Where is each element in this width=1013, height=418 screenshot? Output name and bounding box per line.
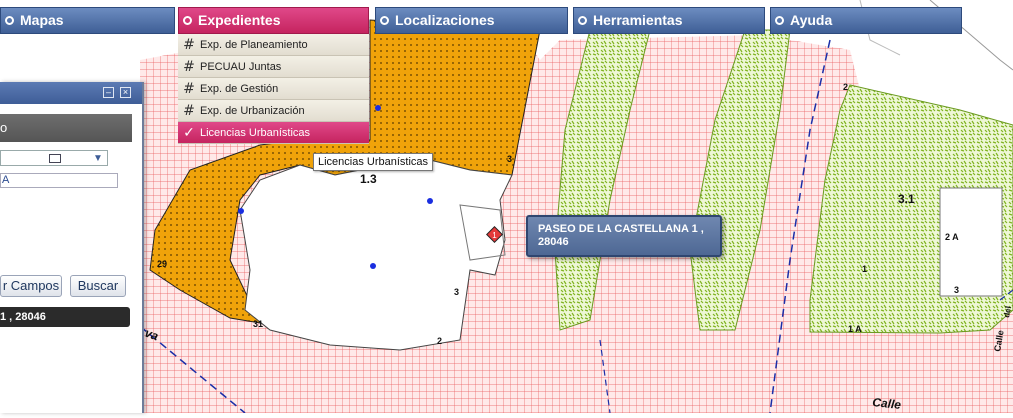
map-label: 3 bbox=[954, 285, 959, 295]
expedientes-dropdown: # Exp. de Planeamiento # PECUAU Juntas #… bbox=[178, 34, 369, 144]
map-label: 1.3 bbox=[360, 172, 377, 186]
menu-mapas[interactable]: Mapas bbox=[0, 7, 175, 34]
menu-label: Ayuda bbox=[790, 12, 833, 28]
map-label: 2 bbox=[437, 336, 442, 346]
grid-icon: # bbox=[183, 102, 195, 119]
close-icon[interactable]: × bbox=[120, 87, 131, 98]
dropdown-item-label: Licencias Urbanísticas bbox=[200, 126, 311, 139]
menu-label: Herramientas bbox=[593, 12, 683, 28]
dropdown-item-label: Exp. de Planeamiento bbox=[200, 38, 308, 51]
radio-circle-icon bbox=[380, 16, 389, 25]
dropdown-item-label: Exp. de Gestión bbox=[200, 82, 279, 95]
dropdown-item-planeamiento[interactable]: # Exp. de Planeamiento bbox=[178, 34, 369, 56]
map-label: 2 bbox=[843, 82, 848, 92]
map-canvas[interactable]: 1 1.3 3 29 31 3 2 2 3.1 2 A 1 3 1 A Call… bbox=[0, 0, 1013, 414]
map-label: 2 A bbox=[945, 232, 959, 242]
menu-label: Mapas bbox=[20, 12, 64, 28]
radio-circle-icon bbox=[5, 16, 14, 25]
map-label: 1 bbox=[862, 264, 867, 274]
chevron-down-icon[interactable]: ▼ bbox=[88, 152, 108, 166]
radio-circle-icon bbox=[183, 16, 192, 25]
menu-label: Expedientes bbox=[198, 12, 281, 28]
search-panel: – × o ▼ A r Campos Buscar 1 , 28046 bbox=[0, 82, 144, 413]
map-label: 1 A bbox=[848, 324, 862, 334]
dropdown-item-licencias[interactable]: ✓ Licencias Urbanísticas bbox=[178, 122, 369, 144]
dropdown-item-gestion[interactable]: # Exp. de Gestión bbox=[178, 78, 369, 100]
menu-tooltip: Licencias Urbanísticas bbox=[313, 153, 434, 171]
map-label: 3.1 bbox=[898, 192, 915, 206]
search-result[interactable]: 1 , 28046 bbox=[0, 307, 130, 327]
dropdown-item-urbanizacion[interactable]: # Exp. de Urbanización bbox=[178, 100, 369, 122]
card-icon bbox=[49, 154, 61, 163]
grid-icon: # bbox=[183, 58, 195, 75]
menu-expedientes[interactable]: Expedientes bbox=[178, 7, 369, 34]
menu-ayuda[interactable]: Ayuda bbox=[770, 7, 962, 34]
menu-herramientas[interactable]: Herramientas bbox=[573, 7, 765, 34]
grid-icon: # bbox=[183, 36, 195, 53]
panel-header: – × bbox=[0, 82, 142, 104]
menu-localizaciones[interactable]: Localizaciones bbox=[375, 7, 568, 34]
radio-circle-icon bbox=[775, 16, 784, 25]
map-label: 29 bbox=[157, 259, 167, 269]
minimize-icon[interactable]: – bbox=[103, 87, 114, 98]
radio-circle-icon bbox=[578, 16, 587, 25]
map-label: 3 bbox=[454, 287, 459, 297]
dropdown-item-label: PECUAU Juntas bbox=[200, 60, 282, 73]
map-label: 3 bbox=[507, 154, 512, 164]
dropdown-item-label: Exp. de Urbanización bbox=[200, 104, 305, 117]
address-popup: PASEO DE LA CASTELLANA 1 , 28046 bbox=[526, 215, 722, 257]
checked-grid-icon: ✓ bbox=[183, 124, 195, 141]
marker-number: 1 bbox=[492, 231, 497, 240]
search-button[interactable]: Buscar bbox=[70, 275, 126, 297]
map-label: 31 bbox=[253, 319, 263, 329]
clear-fields-button[interactable]: r Campos bbox=[0, 275, 62, 297]
dropdown-item-pecuau[interactable]: # PECUAU Juntas bbox=[178, 56, 369, 78]
search-input[interactable]: A bbox=[0, 173, 118, 188]
grid-icon: # bbox=[183, 80, 195, 97]
menu-label: Localizaciones bbox=[395, 12, 495, 28]
panel-title: o bbox=[0, 114, 132, 142]
